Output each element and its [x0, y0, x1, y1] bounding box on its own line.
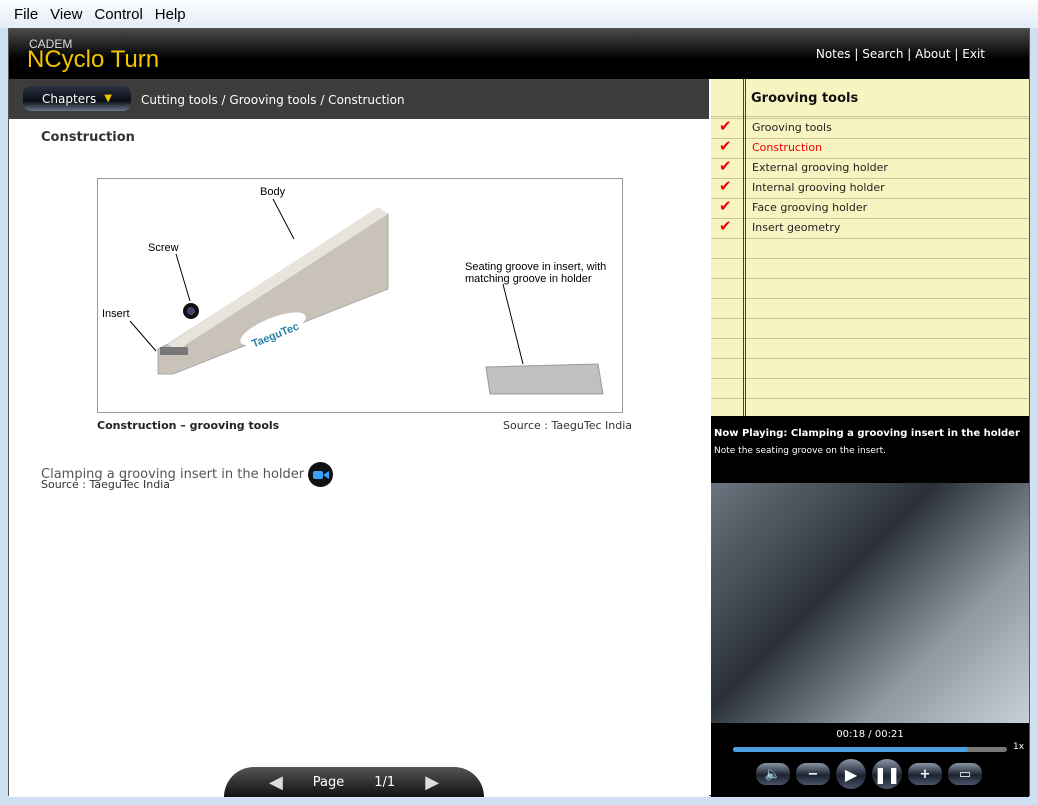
notes-item-label[interactable]: Insert geometry [752, 221, 840, 234]
total-time: 00:21 [874, 729, 904, 740]
chapters-label: Chapters [42, 91, 97, 106]
exit-link[interactable]: Exit [962, 47, 985, 61]
figure-source: Source : TaeguTec India [503, 419, 632, 432]
progress-bar[interactable] [733, 747, 1007, 752]
checkmark-icon: ✔ [719, 157, 732, 175]
notes-item[interactable]: ✔ Internal grooving holder [711, 177, 1029, 197]
notes-item-label[interactable]: External grooving holder [752, 161, 888, 174]
label-seating-groove: Seating groove in insert, with matching … [465, 261, 607, 285]
zoom-out-button[interactable]: − [796, 763, 830, 785]
notes-item[interactable]: ✔ Face grooving holder [711, 197, 1029, 217]
video-frame[interactable] [711, 483, 1029, 723]
speaker-icon: 🔈 [764, 766, 782, 782]
video-player: Now Playing: Clamping a grooving insert … [711, 416, 1029, 797]
now-playing: Now Playing: Clamping a grooving insert … [714, 428, 1020, 439]
now-playing-title: Clamping a grooving insert in the holder [790, 428, 1020, 439]
play-button[interactable]: ▶ [836, 759, 866, 789]
fullscreen-button[interactable]: ▭ [948, 763, 982, 785]
grooving-tool-illustration: TaeguTec [129, 198, 604, 395]
menu-file[interactable]: File [14, 6, 38, 23]
menu-bar: File View Control Help [0, 0, 1038, 28]
pause-button[interactable]: ❚❚ [872, 759, 902, 789]
video-camera-icon[interactable] [308, 462, 334, 487]
notes-item[interactable]: ✔ External grooving holder [711, 157, 1029, 177]
play-icon: ▶ [844, 764, 858, 784]
menu-control[interactable]: Control [94, 6, 142, 23]
chapters-button[interactable]: Chapters ▼ [23, 86, 131, 111]
page-number: 1/1 [374, 774, 396, 790]
notes-title: Grooving tools [751, 91, 859, 106]
checkmark-icon: ✔ [719, 217, 732, 235]
chapter-notes-panel: Grooving tools ✔ Grooving tools ✔ Construct… [711, 79, 1029, 416]
notes-item[interactable]: ✔ Grooving tools [711, 117, 1029, 137]
search-link[interactable]: Search [862, 47, 903, 61]
player-controls: 🔈 − ▶ ❚❚ + ▭ [756, 759, 982, 789]
notes-item-label[interactable]: Construction [752, 141, 822, 154]
breadcrumb-bar: Chapters ▼ Cutting tools / Grooving tools… [9, 79, 709, 119]
page-label: Page [312, 774, 345, 790]
now-playing-description: Note the seating groove on the insert. [714, 446, 887, 456]
notes-item[interactable]: ✔ Insert geometry [711, 217, 1029, 237]
content-area: Construction TaeguTec Body Screw Insert … [9, 119, 709, 797]
prev-page-icon[interactable]: ◀ [269, 772, 283, 793]
notes-item-label[interactable]: Face grooving holder [752, 201, 867, 214]
chevron-down-icon: ▼ [104, 93, 112, 104]
playback-speed[interactable]: 1x [1013, 742, 1024, 752]
app-window: CADEM NCyclo Turn Notes | Search | About… [8, 28, 1030, 797]
checkmark-icon: ✔ [719, 177, 732, 195]
notes-header: Grooving tools [711, 79, 1029, 117]
fullscreen-icon: ▭ [958, 766, 972, 782]
product-title: NCyclo Turn [27, 46, 160, 73]
pager: ◀ Page 1/1 ▶ [224, 767, 484, 797]
time-display: 00:18 / 00:21 [836, 729, 904, 740]
current-time: 00:18 [836, 729, 866, 740]
construction-figure: TaeguTec Body Screw Insert Seating groov… [97, 178, 623, 413]
figure-caption: Construction – grooving tools [97, 419, 280, 432]
video-source: Source : TaeguTec India [41, 478, 170, 491]
label-insert: Insert [102, 308, 130, 320]
checkmark-icon: ✔ [719, 197, 732, 215]
next-page-icon[interactable]: ▶ [425, 772, 439, 793]
notes-link[interactable]: Notes [816, 47, 851, 61]
label-body: Body [260, 186, 286, 198]
progress-fill [733, 747, 968, 752]
label-screw: Screw [148, 242, 179, 254]
about-link[interactable]: About [915, 47, 950, 61]
minus-icon: − [807, 766, 819, 782]
menu-help[interactable]: Help [155, 6, 186, 23]
page-title: Construction [41, 130, 135, 145]
notes-item-label[interactable]: Grooving tools [752, 121, 832, 134]
notes-item-label[interactable]: Internal grooving holder [752, 181, 885, 194]
checkmark-icon: ✔ [719, 137, 732, 155]
notes-item[interactable]: ✔ Construction [711, 137, 1029, 157]
pause-icon: ❚❚ [873, 764, 901, 784]
zoom-in-button[interactable]: + [908, 763, 942, 785]
checkmark-icon: ✔ [719, 117, 732, 135]
plus-icon: + [919, 766, 931, 782]
now-playing-label: Now Playing: [714, 428, 788, 439]
top-links: Notes | Search | About | Exit [815, 47, 985, 61]
menu-view[interactable]: View [50, 6, 82, 23]
volume-button[interactable]: 🔈 [756, 763, 790, 785]
breadcrumb: Cutting tools / Grooving tools / Constru… [141, 93, 405, 107]
header: CADEM NCyclo Turn Notes | Search | About… [9, 29, 1029, 79]
